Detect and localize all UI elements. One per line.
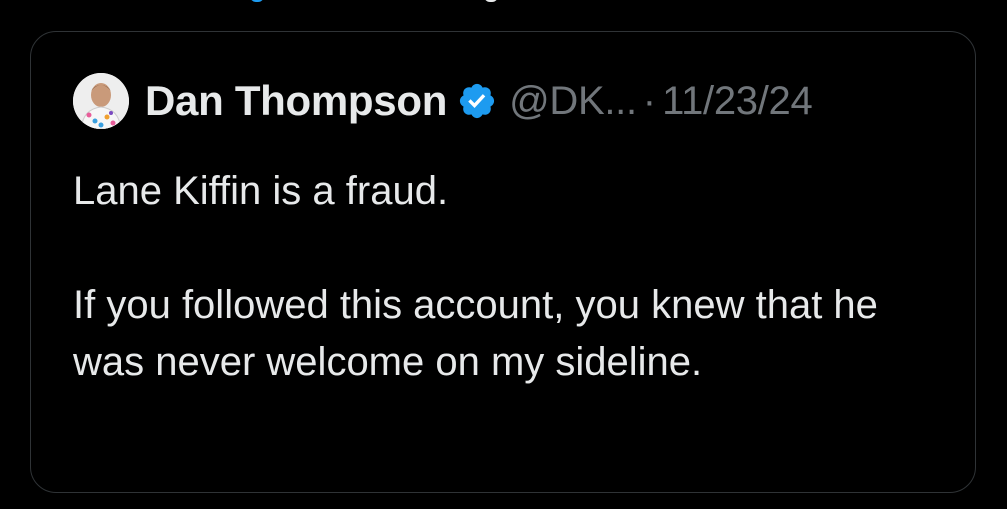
quoted-tweet-header: Dan Thompson @DK... · 11/23/24 [73,73,813,129]
author-handle[interactable]: @DK... [509,79,637,124]
tweet-text-line-1: Lane Kiffin is a fraud. [73,169,449,213]
meta-separator: · [642,78,657,123]
screen: Dan Thompson @DK... · 11/23/24 Lane Kiff… [0,0,1007,509]
author-display-name[interactable]: Dan Thompson [145,77,447,125]
quoted-tweet-card[interactable]: Dan Thompson @DK... · 11/23/24 Lane Kiff… [30,31,976,493]
tweet-date[interactable]: 11/23/24 [662,79,813,124]
quoted-tweet-text: Lane Kiffin is a fraud. If you followed … [73,163,953,391]
verified-badge-icon [457,81,497,121]
tweet-text-line-2: If you followed this account, you knew t… [73,283,878,384]
clipped-content-fragment [250,0,498,4]
avatar[interactable] [73,73,129,129]
